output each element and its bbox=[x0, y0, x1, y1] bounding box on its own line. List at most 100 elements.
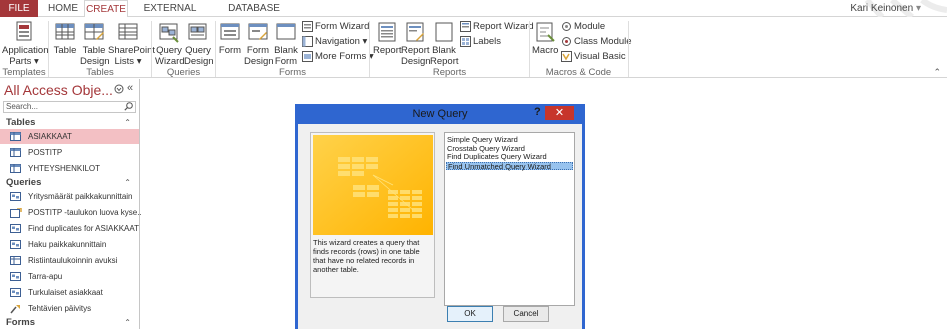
dialog-title: New Query bbox=[412, 108, 468, 120]
query-type-list[interactable]: Simple Query Wizard Crosstab Query Wizar… bbox=[444, 132, 575, 306]
search-icon bbox=[124, 102, 133, 111]
labels-button[interactable]: Labels bbox=[460, 35, 501, 48]
form-button[interactable]: Form bbox=[218, 19, 242, 56]
navigation-label: Navigation bbox=[315, 36, 360, 47]
visual-basic-icon bbox=[561, 50, 572, 62]
group-separator bbox=[529, 21, 530, 77]
list-item-find-unmatched-query-wizard[interactable]: Find Unmatched Query Wizard bbox=[446, 161, 573, 170]
report-wizard-label: Report Wizard bbox=[473, 21, 534, 32]
table-design-label-1: Table bbox=[82, 45, 106, 56]
nav-section-forms[interactable]: Forms ⌃ bbox=[0, 316, 139, 329]
macro-button[interactable]: Macro bbox=[532, 19, 558, 56]
nav-query-item[interactable]: Yritysmäärät paikkakunnittain bbox=[0, 189, 139, 204]
query-wizard-icon bbox=[159, 23, 179, 43]
group-separator bbox=[215, 21, 216, 77]
blank-form-label-1: Blank bbox=[274, 45, 298, 56]
nav-query-label: POSTITP -taulukon luova kyse... bbox=[28, 208, 144, 217]
blank-form-label-2: Form bbox=[274, 56, 298, 67]
sharepoint-lists-button[interactable]: SharePoint Lists ▾ bbox=[108, 19, 155, 67]
table-icon bbox=[10, 132, 21, 141]
sharepoint-lists-label-1: SharePoint bbox=[108, 45, 156, 56]
sharepoint-lists-icon bbox=[118, 23, 138, 40]
nav-query-item[interactable]: POSTITP -taulukon luova kyse... bbox=[0, 205, 144, 220]
nav-query-item[interactable]: Find duplicates for ASIAKKAAT bbox=[0, 221, 139, 236]
help-button[interactable]: ? bbox=[534, 106, 541, 118]
report-wizard-icon bbox=[460, 20, 471, 32]
close-button[interactable]: ✕ bbox=[545, 106, 574, 120]
ok-button[interactable]: OK bbox=[447, 306, 493, 322]
nav-query-item[interactable]: Ristiintaulukoinnin avuksi bbox=[0, 253, 139, 268]
nav-section-queries[interactable]: Queries ⌃ bbox=[0, 176, 139, 189]
class-module-button[interactable]: Class Module bbox=[561, 35, 632, 48]
report-design-icon bbox=[406, 22, 424, 42]
query-design-button[interactable]: Query Design bbox=[184, 19, 214, 67]
nav-menu-chevron-icon[interactable] bbox=[114, 84, 124, 94]
query-wizard-button[interactable]: Query Wizard bbox=[155, 19, 185, 67]
nav-search-input[interactable]: Search... bbox=[3, 101, 136, 113]
group-separator bbox=[48, 21, 49, 77]
table-design-button[interactable]: Table Design bbox=[80, 19, 110, 67]
nav-query-item[interactable]: Turkulaiset asiakkaat bbox=[0, 285, 139, 300]
group-label-templates: Templates bbox=[2, 67, 46, 78]
form-design-icon bbox=[248, 23, 268, 40]
nav-query-label: Tarra-apu bbox=[28, 272, 63, 281]
more-forms-button[interactable]: More Forms ▾ bbox=[302, 50, 374, 63]
nav-query-item[interactable]: Haku paikkakunnittain bbox=[0, 237, 139, 252]
report-design-button[interactable]: Report Design bbox=[401, 19, 431, 67]
tab-file[interactable]: FILE bbox=[0, 0, 38, 17]
application-parts-button[interactable]: Application Parts ▾ bbox=[2, 19, 49, 67]
nav-table-item[interactable]: ASIAKKAAT bbox=[0, 129, 139, 144]
nav-query-item[interactable]: Tarra-apu bbox=[0, 269, 139, 284]
report-button[interactable]: Report bbox=[373, 19, 402, 56]
blank-report-button[interactable]: Blank Report bbox=[430, 19, 459, 67]
close-icon: ✕ bbox=[554, 107, 565, 119]
application-parts-label-1: Application bbox=[2, 45, 49, 56]
nav-collapse-icon[interactable]: « bbox=[127, 82, 133, 94]
chevron-up-icon: ⌃ bbox=[124, 178, 131, 187]
group-separator bbox=[369, 21, 370, 77]
nav-search-placeholder: Search... bbox=[6, 102, 39, 111]
nav-table-item[interactable]: POSTITP bbox=[0, 145, 139, 160]
table-icon bbox=[55, 23, 75, 40]
list-item-find-duplicates-query-wizard[interactable]: Find Duplicates Query Wizard bbox=[446, 152, 573, 162]
visual-basic-button[interactable]: Visual Basic bbox=[561, 50, 626, 63]
nav-query-item[interactable]: Tehtävien päivitys bbox=[0, 301, 139, 316]
query-icon bbox=[10, 240, 21, 249]
query-wizard-label-2: Wizard bbox=[155, 56, 185, 67]
tab-database-tools[interactable]: DATABASE TOOLS bbox=[211, 0, 297, 31]
tab-home[interactable]: HOME bbox=[43, 0, 83, 17]
user-name: Kari Keinonen bbox=[850, 3, 914, 14]
module-button[interactable]: Module bbox=[561, 20, 605, 33]
module-icon bbox=[562, 21, 571, 31]
user-account[interactable]: Kari Keinonen ▾ bbox=[850, 0, 921, 17]
report-label: Report bbox=[373, 45, 402, 56]
new-query-dialog: New Query ? ✕ This wizard creates a quer… bbox=[295, 104, 585, 329]
navigation-button[interactable]: Navigation ▾ bbox=[302, 35, 367, 48]
form-design-button[interactable]: Form Design bbox=[244, 19, 274, 67]
table-button[interactable]: Table bbox=[52, 19, 78, 56]
wizard-description: This wizard creates a query that finds r… bbox=[313, 238, 420, 274]
nav-query-label: Haku paikkakunnittain bbox=[28, 240, 107, 249]
group-label-forms: Forms bbox=[279, 67, 306, 78]
class-module-label: Class Module bbox=[574, 36, 632, 47]
nav-table-item[interactable]: YHTEYSHENKILOT bbox=[0, 161, 139, 176]
nav-table-label: POSTITP bbox=[28, 148, 63, 157]
application-parts-label-2: Parts bbox=[9, 56, 32, 67]
cancel-button[interactable]: Cancel bbox=[503, 306, 549, 322]
class-module-icon bbox=[562, 36, 571, 46]
query-icon bbox=[10, 224, 21, 233]
tab-create[interactable]: CREATE bbox=[84, 0, 128, 18]
form-wizard-button[interactable]: Form Wizard bbox=[302, 20, 369, 33]
form-wizard-label: Form Wizard bbox=[315, 21, 370, 32]
collapse-ribbon-icon[interactable]: ⌃ bbox=[933, 67, 941, 78]
table-icon bbox=[10, 148, 21, 157]
query-icon bbox=[10, 192, 21, 201]
report-icon bbox=[378, 22, 396, 42]
nav-section-tables[interactable]: Tables ⌃ bbox=[0, 116, 139, 129]
tab-external-data[interactable]: EXTERNAL DATA bbox=[133, 0, 207, 31]
table-design-icon bbox=[84, 23, 104, 40]
report-wizard-button[interactable]: Report Wizard bbox=[460, 20, 534, 33]
labels-label: Labels bbox=[473, 36, 501, 47]
nav-pane-title[interactable]: All Access Obje... bbox=[4, 82, 113, 98]
blank-form-button[interactable]: Blank Form bbox=[273, 19, 299, 67]
